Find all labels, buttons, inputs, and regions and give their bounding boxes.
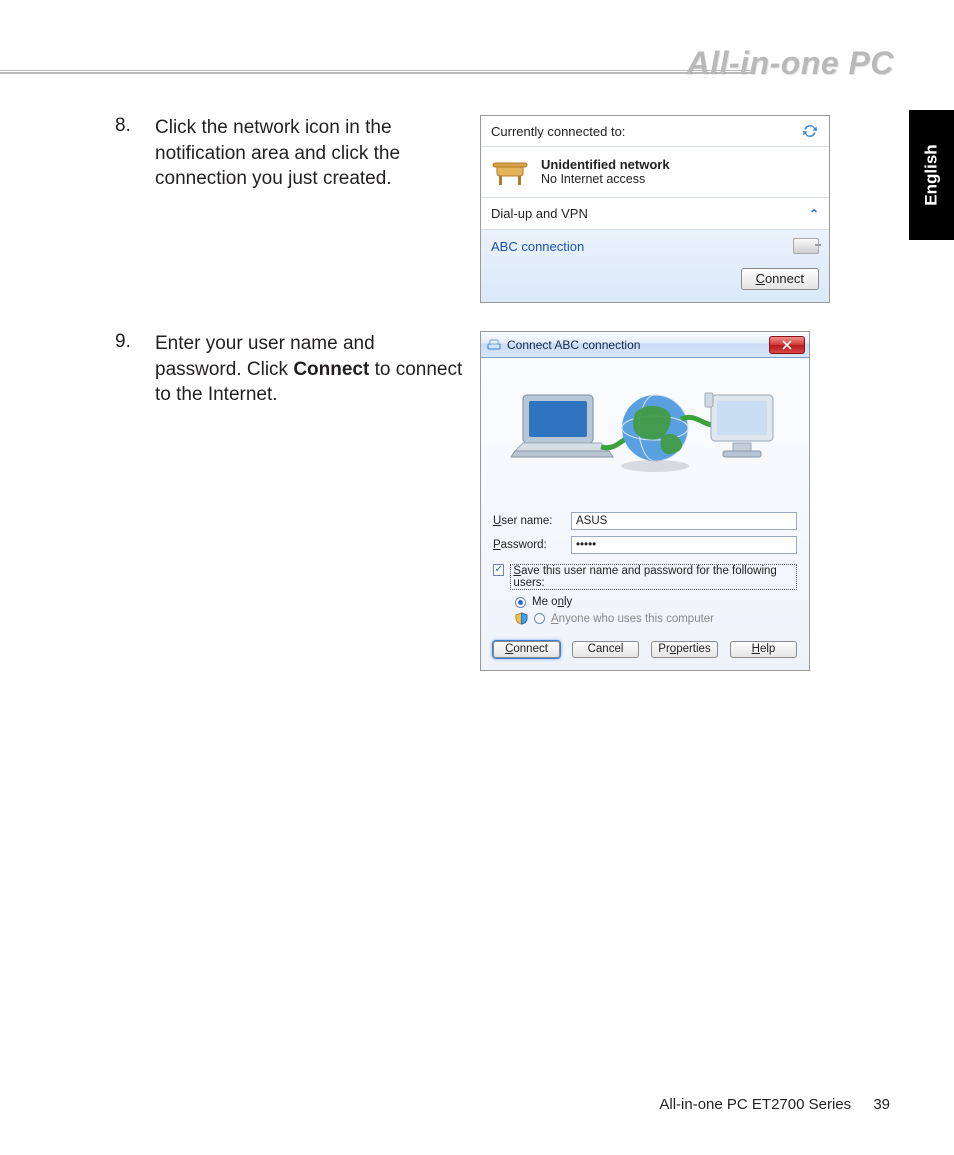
step-text: Click the network icon in the notificati… [155, 115, 480, 192]
connection-row[interactable]: ABC connection [491, 238, 819, 254]
close-button[interactable] [769, 336, 805, 354]
header-rule [0, 70, 755, 74]
network-name: Unidentified network [541, 157, 670, 172]
username-row: User name: ASUS [493, 512, 797, 530]
step-number: 9. [115, 331, 155, 353]
step-9: 9. Enter your user name and password. Cl… [115, 331, 875, 671]
me-only-row[interactable]: Me only [515, 596, 797, 608]
password-row: Password: ••••• [493, 536, 797, 554]
language-tab-label: English [922, 144, 942, 205]
save-credentials-row[interactable]: Save this user name and password for the… [493, 564, 797, 590]
content: 8. Click the network icon in the notific… [115, 115, 875, 699]
save-credentials-checkbox[interactable] [493, 564, 504, 576]
dialog-body: User name: ASUS Password: ••••• Save thi… [481, 358, 809, 670]
anyone-label: Anyone who uses this computer [551, 613, 714, 625]
dialog-cancel-button[interactable]: Cancel [572, 641, 639, 658]
footer-page: 39 [873, 1096, 890, 1113]
connection-artwork [493, 368, 797, 498]
connected-to-label: Currently connected to: [491, 124, 625, 139]
network-status: No Internet access [541, 172, 670, 186]
step-text: Enter your user name and password. Click… [155, 331, 480, 408]
save-credentials-label: Save this user name and password for the… [510, 564, 797, 590]
step-8: 8. Click the network icon in the notific… [115, 115, 875, 303]
me-only-label: Me only [532, 596, 572, 608]
refresh-icon[interactable] [801, 122, 819, 140]
username-field[interactable]: ASUS [571, 512, 797, 530]
username-label: User name: [493, 515, 561, 527]
step-number: 8. [115, 115, 155, 137]
language-tab: English [909, 110, 954, 240]
dialup-icon [487, 338, 501, 352]
bench-icon [491, 155, 531, 187]
connect-dialog: Connect ABC connection [480, 331, 810, 671]
shield-icon [515, 612, 528, 625]
dialog-properties-button[interactable]: Properties [651, 641, 718, 658]
footer-series: All-in-one PC ET2700 Series [659, 1096, 851, 1113]
anyone-radio[interactable] [534, 613, 545, 624]
dialog-connect-button[interactable]: Connect [493, 641, 560, 658]
dialog-title: Connect ABC connection [507, 338, 640, 352]
chevron-up-icon: ⌃ [809, 207, 819, 221]
dialog-help-button[interactable]: Help [730, 641, 797, 658]
password-field[interactable]: ••••• [571, 536, 797, 554]
anyone-row[interactable]: Anyone who uses this computer [515, 612, 797, 625]
network-flyout: Currently connected to: Unidentified net… [480, 115, 830, 303]
dialup-vpn-label: Dial-up and VPN [491, 206, 588, 221]
network-info: Unidentified network No Internet access [541, 157, 670, 186]
page-header-title: All-in-one PC [687, 45, 894, 82]
modem-icon [793, 238, 819, 254]
connect-button[interactable]: Connect [741, 268, 819, 290]
footer: All-in-one PC ET2700 Series 39 [659, 1096, 890, 1113]
current-network-row: Unidentified network No Internet access [481, 147, 829, 198]
password-label: Password: [493, 539, 561, 551]
dialog-button-row: Connect Cancel Properties Help [493, 641, 797, 658]
connection-name: ABC connection [491, 239, 584, 254]
dialog-titlebar: Connect ABC connection [481, 332, 809, 358]
dialup-vpn-header[interactable]: Dial-up and VPN ⌃ [481, 198, 829, 230]
connection-area: ABC connection Connect [481, 230, 829, 302]
me-only-radio[interactable] [515, 597, 526, 608]
